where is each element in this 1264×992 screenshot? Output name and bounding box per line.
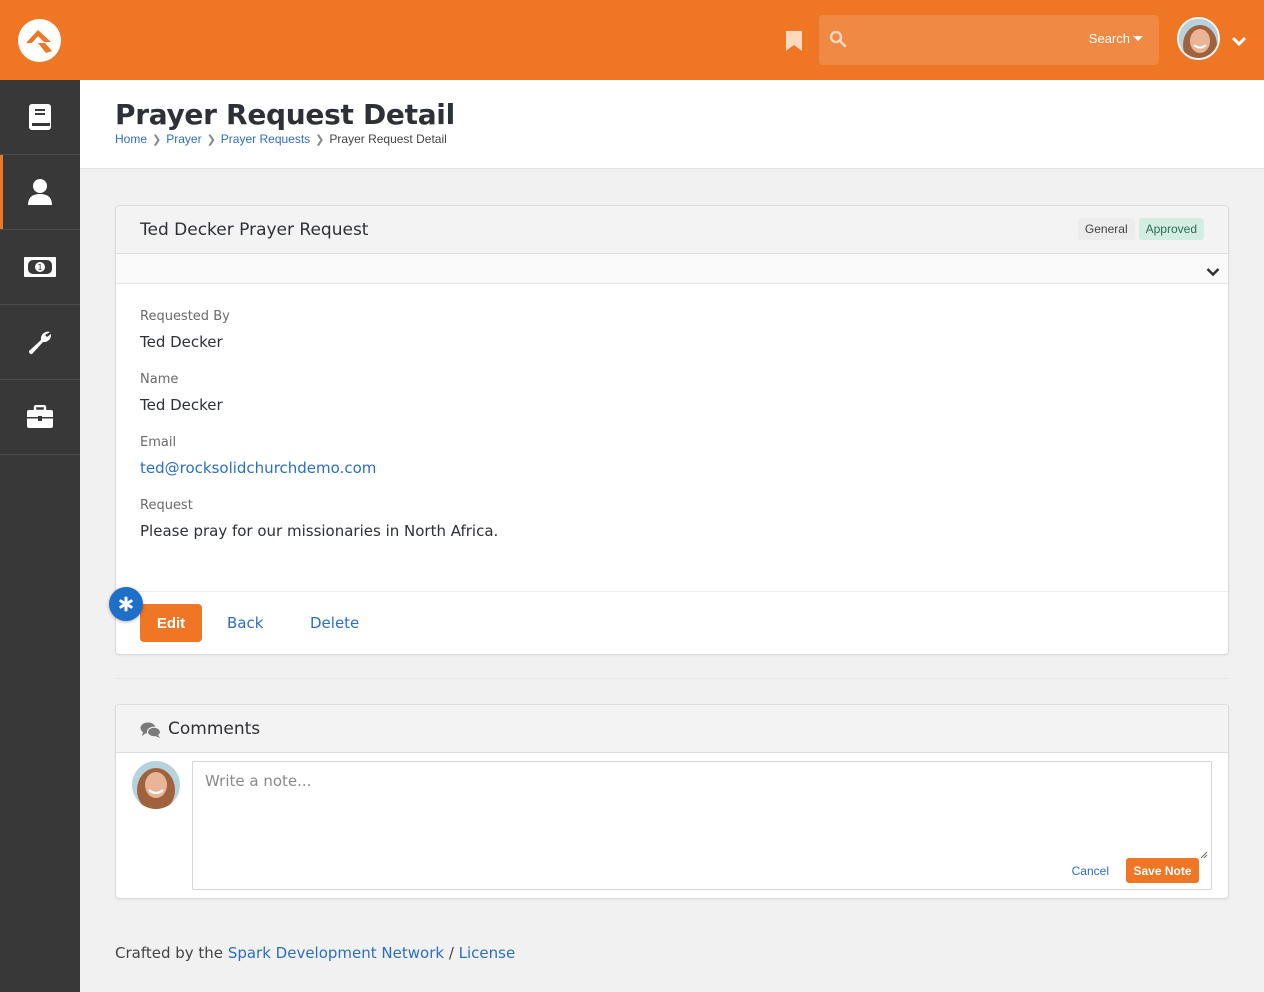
panel-drawer (116, 254, 1228, 284)
panel-heading: Ted Decker Prayer Request General Approv… (116, 206, 1228, 254)
field-label: Name (140, 372, 179, 387)
sidebar-item-people[interactable] (0, 155, 80, 230)
search-type-dropdown[interactable]: Search (1089, 31, 1143, 46)
field-requested-by: Requested By Ted Decker (140, 309, 1204, 355)
resize-grip-icon[interactable] (1200, 844, 1208, 863)
chevron-down-icon[interactable] (1231, 32, 1247, 51)
book-icon (29, 104, 51, 130)
page-header: Prayer Request Detail Home ❯ Prayer ❯ Pr… (80, 80, 1264, 169)
cancel-button[interactable]: Cancel (1072, 864, 1109, 878)
breadcrumb-current: Prayer Request Detail (329, 132, 447, 146)
caret-down-icon (1133, 36, 1143, 41)
labels: General Approved (1077, 218, 1204, 240)
user-icon (28, 179, 52, 205)
field-name: Name Ted Decker (140, 372, 1204, 418)
delete-button[interactable]: Delete (310, 614, 359, 632)
sidebar-item-admin[interactable] (0, 380, 80, 455)
note-box: Cancel Save Note (192, 761, 1212, 890)
panel-title: Ted Decker Prayer Request (140, 220, 369, 240)
status-badge: Approved (1138, 218, 1204, 240)
comments-title: Comments (168, 719, 261, 739)
field-email: Email ted@rocksolidchurchdemo.com (140, 435, 1204, 481)
sidebar: 1 (0, 80, 80, 992)
field-label: Email (140, 435, 177, 450)
chevron-right-icon: ❯ (206, 133, 216, 146)
breadcrumb: Home ❯ Prayer ❯ Prayer Requests ❯ Prayer… (115, 132, 447, 146)
save-note-button[interactable]: Save Note (1126, 858, 1199, 883)
section-divider (115, 678, 1229, 679)
note-input[interactable] (193, 762, 1211, 856)
rock-logo-icon[interactable] (18, 19, 61, 62)
spark-link[interactable]: Spark Development Network (228, 944, 444, 962)
prayer-request-panel: Ted Decker Prayer Request General Approv… (109, 205, 1229, 655)
footer-separator: / (444, 944, 459, 962)
footer-prefix: Crafted by the (115, 944, 228, 962)
comments-icon (140, 722, 162, 742)
page-title: Prayer Request Detail (115, 98, 455, 131)
field-value: Please pray for our missionaries in Nort… (140, 522, 499, 540)
money-icon: 1 (24, 257, 56, 277)
category-badge: General (1077, 218, 1135, 240)
top-bar: Search (0, 0, 1264, 80)
wrench-icon (28, 331, 52, 355)
email-link[interactable]: ted@rocksolidchurchdemo.com (140, 459, 1204, 481)
sidebar-item-book[interactable] (0, 80, 80, 155)
search-icon (829, 30, 847, 52)
field-label: Requested By (140, 309, 230, 324)
license-link[interactable]: License (459, 944, 516, 962)
sidebar-item-tools[interactable] (0, 305, 80, 380)
briefcase-icon (27, 405, 53, 428)
breadcrumb-home[interactable]: Home (115, 132, 147, 146)
chevron-right-icon: ❯ (152, 133, 162, 146)
back-button[interactable]: Back (227, 614, 263, 632)
block-config-asterisk-icon[interactable] (109, 587, 143, 621)
chevron-right-icon: ❯ (315, 133, 325, 146)
edit-button[interactable]: Edit (140, 604, 202, 642)
footer: Crafted by the Spark Development Network… (115, 944, 515, 962)
bookmark-icon[interactable] (785, 30, 803, 52)
panel-actions: Edit Back Delete (109, 587, 1228, 653)
field-value: Ted Decker (140, 333, 223, 351)
svg-text:1: 1 (37, 263, 42, 272)
field-request: Request Please pray for our missionaries… (140, 498, 1204, 544)
breadcrumb-prayer-requests[interactable]: Prayer Requests (221, 132, 310, 146)
field-value: Ted Decker (140, 396, 223, 414)
search-bar[interactable]: Search (819, 15, 1159, 65)
search-button-label: Search (1088, 31, 1130, 46)
user-avatar[interactable] (1177, 17, 1220, 60)
sidebar-item-finance[interactable]: 1 (0, 230, 80, 305)
field-label: Request (140, 498, 193, 513)
chevron-down-icon[interactable] (1206, 262, 1220, 281)
breadcrumb-prayer[interactable]: Prayer (166, 132, 201, 146)
panel-body: Requested By Ted Decker Name Ted Decker … (116, 284, 1228, 544)
comments-heading: Comments (116, 705, 1228, 753)
note-author-avatar (132, 761, 180, 809)
comments-panel: Comments Cancel Save Note (115, 704, 1229, 899)
